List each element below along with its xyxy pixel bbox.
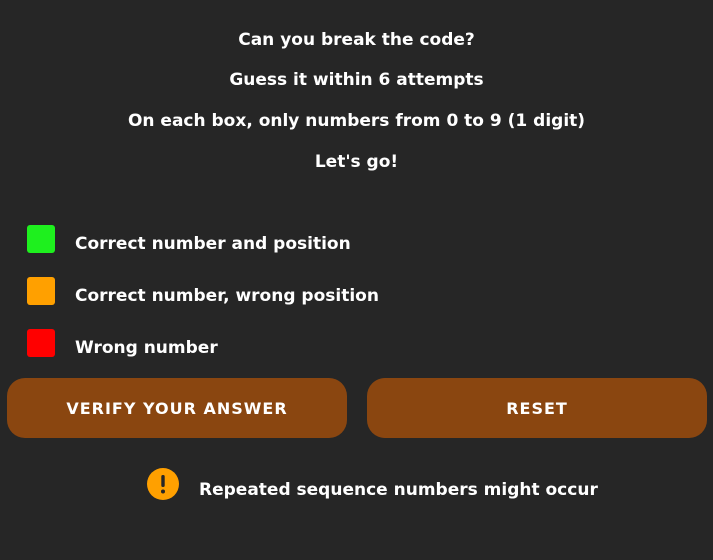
orange-swatch xyxy=(27,277,55,305)
attempts-info: Guess it within 6 attempts xyxy=(229,70,484,90)
legend-label: Wrong number xyxy=(75,338,218,358)
reset-button[interactable]: RESET xyxy=(367,378,707,438)
warning-text: Repeated sequence numbers might occur xyxy=(199,480,598,500)
game-title: Can you break the code? xyxy=(238,30,475,50)
start-message: Let's go! xyxy=(314,152,399,172)
green-swatch xyxy=(27,225,55,253)
verify-answer-button[interactable]: VERIFY YOUR ANSWER xyxy=(7,378,347,438)
red-swatch xyxy=(27,329,55,357)
digit-rule: On each box, only numbers from 0 to 9 (1… xyxy=(127,111,586,131)
legend-label: Correct number, wrong position xyxy=(75,286,379,306)
legend-label: Correct number and position xyxy=(75,234,351,254)
exclamation-circle-icon xyxy=(147,468,179,500)
